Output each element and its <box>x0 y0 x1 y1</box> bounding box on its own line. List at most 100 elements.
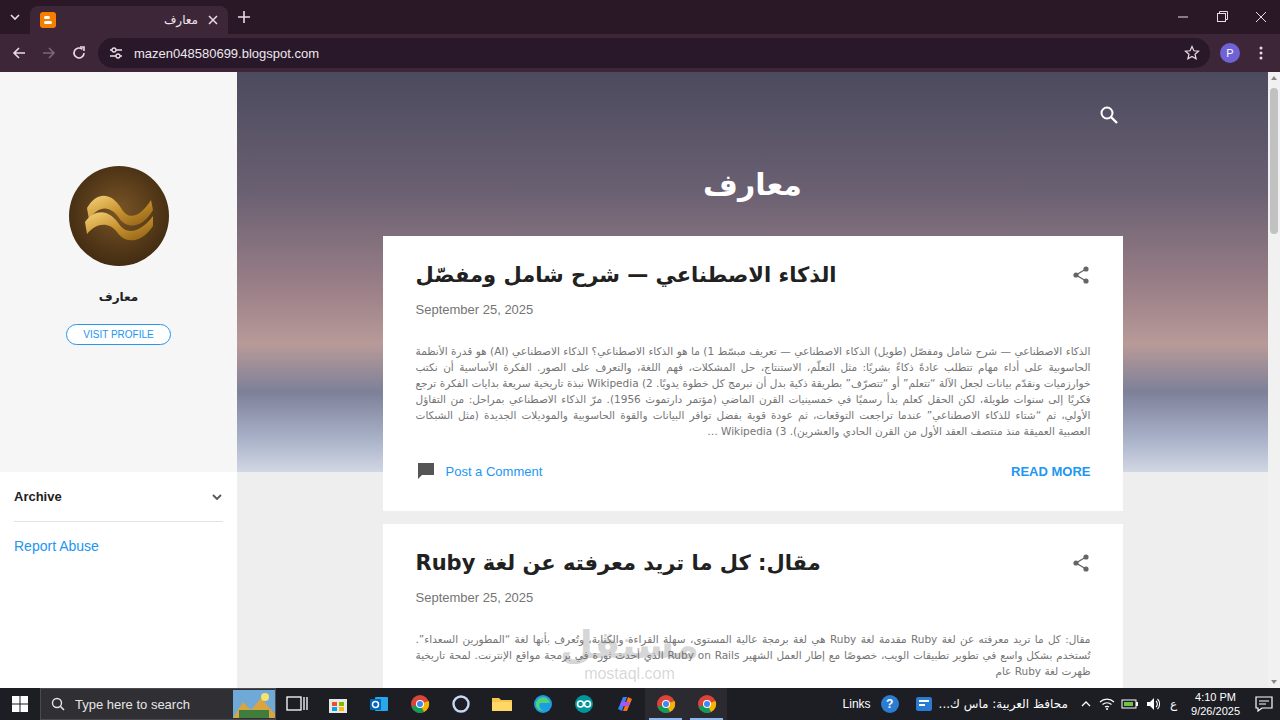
help-icon[interactable]: ? <box>881 695 899 713</box>
taskbar-app[interactable] <box>358 688 399 720</box>
taskbar-app[interactable] <box>686 688 727 720</box>
copilot-icon <box>615 694 635 714</box>
plus-icon <box>237 10 251 24</box>
tab-strip: معارف <box>0 0 1280 34</box>
browser-tab[interactable]: معارف <box>30 6 228 34</box>
search-icon <box>51 697 65 711</box>
cortana-icon <box>451 694 471 714</box>
close-icon[interactable] <box>206 13 220 27</box>
restore-icon <box>1216 11 1228 23</box>
bookmark-star-icon[interactable] <box>1184 45 1200 61</box>
taskbar-app[interactable] <box>399 688 440 720</box>
taskbar-app[interactable] <box>563 688 604 720</box>
maximize-button[interactable] <box>1202 0 1241 34</box>
taskbar-app[interactable] <box>481 688 522 720</box>
archive-label: Archive <box>14 489 62 504</box>
post-card: الذكاء الاصطناعي — شرح شامل ومفصّل Septem… <box>383 236 1123 511</box>
edge-icon <box>533 694 553 714</box>
speaker-icon[interactable] <box>1145 696 1161 712</box>
post-title[interactable]: الذكاء الاصطناعي — شرح شامل ومفصّل <box>416 260 837 290</box>
chrome-icon <box>697 694 717 714</box>
search-icon[interactable] <box>1099 105 1119 125</box>
reload-button[interactable] <box>64 38 94 68</box>
tab-title: معارف <box>64 13 198 27</box>
store-icon <box>328 694 348 714</box>
news-widget[interactable]: محافظ العربية: ماس ك... <box>907 695 1076 713</box>
sidebar-widgets: Archive Report Abuse <box>0 472 237 554</box>
blog-title[interactable]: معارف <box>703 167 802 203</box>
chrome-icon <box>656 694 676 714</box>
post-comment-link[interactable]: Post a Comment <box>416 461 543 481</box>
windows-logo-icon <box>12 696 28 712</box>
close-window-icon <box>1255 11 1267 23</box>
site-info-icon[interactable] <box>108 45 124 61</box>
divider <box>14 521 223 522</box>
scrollbar[interactable] <box>1268 72 1280 688</box>
chevron-down-icon <box>9 11 21 23</box>
links-toolbar[interactable]: Links <box>837 697 877 711</box>
menu-button[interactable] <box>1246 38 1276 68</box>
visit-profile-button[interactable]: VISIT PROFILE <box>66 324 170 345</box>
address-bar[interactable]: mazen048580699.blogspot.com <box>98 38 1210 68</box>
watermark-latin: mostaql.com <box>584 666 675 682</box>
chrome-icon <box>410 694 430 714</box>
taskbar-app[interactable] <box>276 688 317 720</box>
tab-search-button[interactable] <box>0 0 30 34</box>
forward-arrow-icon <box>41 45 57 61</box>
watermark: مستقلmostaql.com <box>560 626 699 682</box>
post-date: September 25, 2025 <box>416 302 1091 317</box>
news-icon <box>915 695 933 713</box>
reload-icon <box>71 45 87 61</box>
arduino-icon <box>573 694 595 714</box>
battery-icon[interactable] <box>1121 696 1139 712</box>
scrollbar-thumb[interactable] <box>1270 88 1278 234</box>
clock[interactable]: 4:10 PM9/26/2025 <box>1183 690 1248 718</box>
post-header: مقال: كل ما تريد معرفته عن لغة Ruby <box>416 548 1091 578</box>
show-hidden-icons-icon[interactable] <box>1079 697 1093 711</box>
report-abuse-link[interactable]: Report Abuse <box>14 538 223 554</box>
taskbar-app[interactable] <box>522 688 563 720</box>
read-more-link[interactable]: READ MORE <box>1011 464 1090 479</box>
comment-icon <box>416 461 436 481</box>
search-row <box>383 72 1123 125</box>
network-icon[interactable] <box>1099 696 1115 712</box>
url-text[interactable]: mazen048580699.blogspot.com <box>134 46 1174 61</box>
outlook-icon <box>369 694 389 714</box>
post-excerpt: مقال: كل ما تريد معرفته عن لغة Ruby مقدم… <box>416 631 1091 679</box>
blog-header: معارف <box>383 72 1123 203</box>
back-button[interactable] <box>4 38 34 68</box>
taskbar-app[interactable] <box>645 688 686 720</box>
forward-button <box>34 38 64 68</box>
blog-logo-icon[interactable] <box>69 166 169 266</box>
close-window-button[interactable] <box>1241 0 1280 34</box>
taskbar-app[interactable] <box>317 688 358 720</box>
post-header: الذكاء الاصطناعي — شرح شامل ومفصّل <box>416 260 1091 290</box>
taskbar-app[interactable] <box>604 688 645 720</box>
notification-button[interactable] <box>1248 688 1280 720</box>
blog-name: معارف <box>99 290 139 304</box>
post-date: September 25, 2025 <box>416 590 1091 605</box>
folder-icon <box>491 694 513 714</box>
new-tab-button[interactable] <box>230 0 258 34</box>
web-page: معارفVISIT PROFILEArchiveReport Abuseمعا… <box>0 72 1280 688</box>
post-title[interactable]: مقال: كل ما تريد معرفته عن لغة Ruby <box>416 548 821 578</box>
scroll-down-icon[interactable] <box>1268 676 1280 688</box>
share-icon[interactable] <box>1071 265 1091 285</box>
post-footer: Post a Comment READ MORE <box>416 461 1091 481</box>
start-button[interactable] <box>0 688 40 720</box>
post-list: الذكاء الاصطناعي — شرح شامل ومفصّل Septem… <box>383 236 1123 688</box>
sidebar: معارف VISIT PROFILE Archive Report Abuse <box>0 72 237 688</box>
chevron-down-icon <box>211 491 223 503</box>
blogger-icon <box>40 12 56 28</box>
taskbar-search[interactable]: Type here to search <box>40 688 276 720</box>
taskbar-app[interactable] <box>440 688 481 720</box>
share-icon[interactable] <box>1071 553 1091 573</box>
scroll-up-icon[interactable] <box>1268 72 1280 84</box>
running-indicator <box>690 718 723 720</box>
archive-toggle[interactable]: Archive <box>14 472 223 504</box>
profile-avatar[interactable]: P <box>1220 43 1240 63</box>
taskbar: Type here to search Links? محافظ العربية: … <box>0 688 1280 720</box>
search-highlight-icon <box>233 690 275 718</box>
minimize-button[interactable] <box>1163 0 1202 34</box>
input-language[interactable]: ع <box>1164 697 1183 711</box>
